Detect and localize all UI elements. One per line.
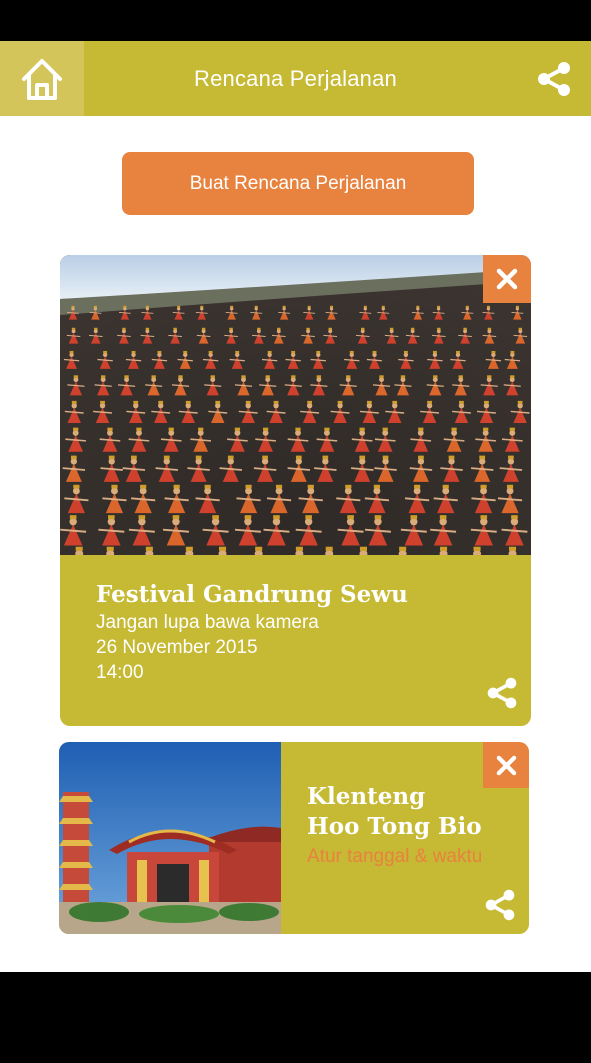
create-plan-button[interactable]: Buat Rencana Perjalanan — [122, 152, 474, 215]
plan-details: Festival Gandrung Sewu Jangan lupa bawa … — [96, 580, 471, 685]
close-icon — [496, 268, 518, 290]
page-title: Rencana Perjalanan — [194, 65, 397, 91]
share-icon — [538, 62, 570, 96]
app-header: Rencana Perjalanan — [0, 41, 591, 116]
remove-plan-button[interactable] — [483, 255, 531, 303]
plan-card-temple[interactable]: Klenteng Hoo Tong Bio Atur tanggal & wak… — [59, 742, 529, 934]
app-screen: Rencana Perjalanan Buat Rencana Perjalan… — [0, 41, 591, 972]
home-button[interactable] — [0, 41, 84, 116]
plan-share-button[interactable] — [485, 676, 519, 710]
share-icon — [485, 889, 515, 921]
header-share-button[interactable] — [535, 60, 573, 98]
festival-dancers-photo — [60, 255, 531, 555]
plan-details: Klenteng Hoo Tong Bio Atur tanggal & wak… — [307, 782, 509, 870]
share-icon — [487, 677, 517, 709]
close-icon — [496, 755, 516, 775]
plan-card-festival[interactable]: Festival Gandrung Sewu Jangan lupa bawa … — [60, 255, 531, 726]
plan-title-line1: Klenteng — [307, 783, 426, 810]
plan-time: 14:00 — [96, 662, 144, 683]
plan-note: Jangan lupa bawa kamera — [96, 612, 319, 633]
temple-photo — [59, 742, 281, 934]
set-date-time-link[interactable]: Atur tanggal & waktu — [307, 844, 509, 870]
plan-date: 26 November 2015 — [96, 637, 258, 658]
plan-title-line2: Hoo Tong Bio — [307, 813, 482, 840]
navigation-bar — [0, 972, 591, 1063]
status-bar — [0, 0, 591, 41]
plan-title: Festival Gandrung Sewu — [96, 581, 408, 608]
home-icon — [22, 58, 62, 100]
plan-share-button[interactable] — [483, 888, 517, 922]
